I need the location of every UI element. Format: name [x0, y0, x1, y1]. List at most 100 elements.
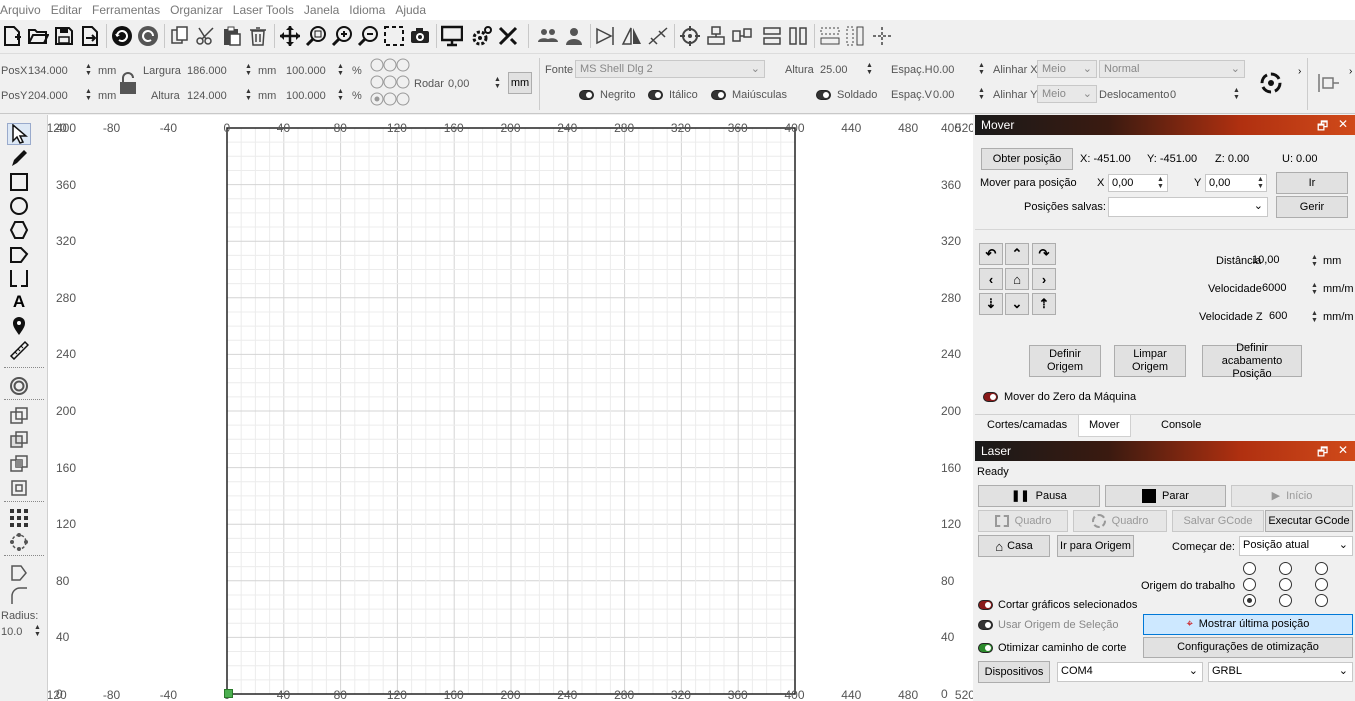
zoom-page-icon[interactable] — [382, 24, 406, 48]
start-button[interactable]: ▶ Início — [1231, 485, 1353, 507]
tab-cuts-layers[interactable]: Cortes/camadas — [977, 415, 1077, 437]
radius-spinner[interactable]: ▲ ▼ — [33, 624, 42, 638]
jog-right-icon[interactable]: › — [1032, 268, 1056, 290]
rectangle-icon[interactable] — [7, 171, 31, 193]
zoom-out-icon[interactable] — [356, 24, 380, 48]
z-down-icon[interactable]: ⇣ — [979, 293, 1003, 315]
distance-input[interactable]: 10,00 — [1249, 252, 1309, 270]
posy-spinner[interactable]: ▲ ▼ — [84, 88, 93, 102]
corner-round-icon[interactable] — [7, 585, 31, 607]
spaceh-value[interactable]: 0.00 — [933, 64, 954, 76]
start-from-select[interactable]: Posição atual ⌄ — [1239, 536, 1353, 556]
width-percent[interactable]: 100.000 — [286, 65, 326, 77]
stop-button[interactable]: Parar — [1105, 485, 1226, 507]
array-grid-icon[interactable] — [7, 507, 31, 529]
save-icon[interactable] — [52, 24, 76, 48]
distribute-h-icon[interactable] — [760, 24, 784, 48]
spacev-value[interactable]: 0.00 — [933, 89, 954, 101]
distribute-v-icon[interactable] — [786, 24, 810, 48]
menu-laser-tools[interactable]: Laser Tools — [233, 3, 294, 17]
menu-ferramentas[interactable]: Ferramentas — [92, 3, 160, 17]
pen-icon[interactable] — [7, 147, 31, 169]
delete-icon[interactable] — [246, 24, 270, 48]
clear-origin-button[interactable]: Limpar Origem — [1114, 345, 1186, 377]
rotate-cw-icon[interactable]: ↷ — [1032, 243, 1056, 265]
open-folder-icon[interactable] — [26, 24, 50, 48]
alignx-select[interactable]: Meio ⌄ — [1037, 60, 1097, 78]
paste-icon[interactable] — [220, 24, 244, 48]
home-button[interactable]: ⌂ Casa — [978, 535, 1050, 557]
align-center-icon[interactable] — [704, 24, 728, 48]
controller-select[interactable]: GRBL ⌄ — [1208, 662, 1353, 682]
set-finish-button[interactable]: Definir acabamento Posição — [1202, 342, 1302, 380]
font-select[interactable]: MS Shell Dlg 2 ⌄ — [575, 60, 765, 78]
frame-rect-button[interactable]: Quadro — [978, 510, 1068, 532]
aligny-select[interactable]: Meio ⌄ — [1037, 85, 1097, 103]
height-value[interactable]: 124.000 — [187, 90, 227, 102]
get-position-button[interactable]: Obter posição — [981, 148, 1073, 170]
crosshair-icon[interactable] — [678, 24, 702, 48]
lock-icon[interactable] — [118, 72, 138, 99]
mirror-v-icon[interactable] — [620, 24, 644, 48]
redo-icon[interactable] — [136, 24, 160, 48]
chevron-right-icon[interactable]: › — [1298, 66, 1301, 77]
width-spinner[interactable]: ▲ ▼ — [244, 63, 253, 77]
posx-value[interactable]: 134.000 — [28, 65, 68, 77]
port-select[interactable]: COM4 ⌄ — [1057, 662, 1203, 682]
cut-icon[interactable] — [194, 24, 218, 48]
offset-spinner[interactable]: ▲ ▼ — [1232, 87, 1241, 101]
ellipse-icon[interactable] — [7, 195, 31, 217]
uppercase-toggle[interactable] — [711, 90, 726, 100]
map-pin-icon[interactable] — [7, 315, 31, 337]
ungroup-icon[interactable] — [562, 24, 586, 48]
origin-radio-tl[interactable] — [1243, 562, 1256, 575]
frame-circle-button[interactable]: Quadro — [1073, 510, 1167, 532]
tab-console[interactable]: Console — [1151, 415, 1211, 437]
new-file-icon[interactable] — [0, 24, 24, 48]
zoom-selection-icon[interactable] — [304, 24, 328, 48]
distance-spinner[interactable]: ▲ ▼ — [1310, 254, 1319, 268]
italic-toggle[interactable] — [648, 90, 663, 100]
anchor-grid-icon[interactable] — [370, 58, 412, 111]
origin-radio-bl[interactable] — [1243, 594, 1256, 607]
speed-z-input[interactable]: 600 — [1266, 308, 1310, 326]
menu-idioma[interactable]: Idioma — [349, 3, 385, 17]
origin-radio-ml[interactable] — [1243, 578, 1256, 591]
close-icon[interactable]: ✕ — [1338, 443, 1348, 457]
font-height-value[interactable]: 25.00 — [820, 64, 848, 76]
z-up-icon[interactable]: ⇡ — [1032, 293, 1056, 315]
height-percent[interactable]: 100.000 — [286, 90, 326, 102]
height-spinner[interactable]: ▲ ▼ — [244, 88, 253, 102]
close-icon[interactable]: ✕ — [1338, 117, 1348, 131]
style-select[interactable]: Normal ⌄ — [1099, 60, 1245, 78]
go-button[interactable]: Ir — [1276, 172, 1348, 194]
jog-down-icon[interactable]: ⌄ — [1005, 293, 1029, 315]
float-window-icon[interactable]: 🗗 — [1317, 443, 1328, 464]
align-tool-icon[interactable] — [1316, 72, 1342, 97]
tools-wrench-icon[interactable] — [496, 24, 520, 48]
pentagon-icon[interactable] — [7, 243, 31, 265]
saved-positions-select[interactable]: ⌄ — [1108, 197, 1268, 217]
posy-value[interactable]: 204.000 — [28, 90, 68, 102]
same-width-icon[interactable] — [818, 24, 842, 48]
speed-spinner[interactable]: ▲ ▼ — [1310, 282, 1319, 296]
copy-icon[interactable] — [168, 24, 192, 48]
camera-icon[interactable] — [408, 24, 432, 48]
home-jog-icon[interactable]: ⌂ — [1005, 268, 1029, 290]
run-gcode-button[interactable]: Executar GCode — [1265, 510, 1353, 532]
zoom-in-icon[interactable] — [330, 24, 354, 48]
spacev-spinner[interactable]: ▲ ▼ — [977, 87, 986, 101]
menu-arquivo[interactable]: Arquivo — [0, 3, 41, 17]
move-y-spinner[interactable]: ▲ ▼ — [1256, 176, 1265, 190]
jog-up-icon[interactable]: ⌃ — [1005, 243, 1029, 265]
same-height-icon[interactable] — [844, 24, 868, 48]
chevron-right-icon[interactable]: › — [1349, 66, 1352, 77]
fheight-spinner[interactable]: ▲ ▼ — [865, 62, 874, 76]
apply-path-icon[interactable] — [1258, 70, 1284, 99]
pause-button[interactable]: ❚❚ Pausa — [978, 485, 1100, 507]
origin-radio-br[interactable] — [1315, 594, 1328, 607]
position-rect-icon[interactable] — [7, 267, 31, 289]
polygon-icon[interactable] — [7, 219, 31, 241]
width-value[interactable]: 186.000 — [187, 65, 227, 77]
menu-ajuda[interactable]: Ajuda — [395, 3, 426, 17]
